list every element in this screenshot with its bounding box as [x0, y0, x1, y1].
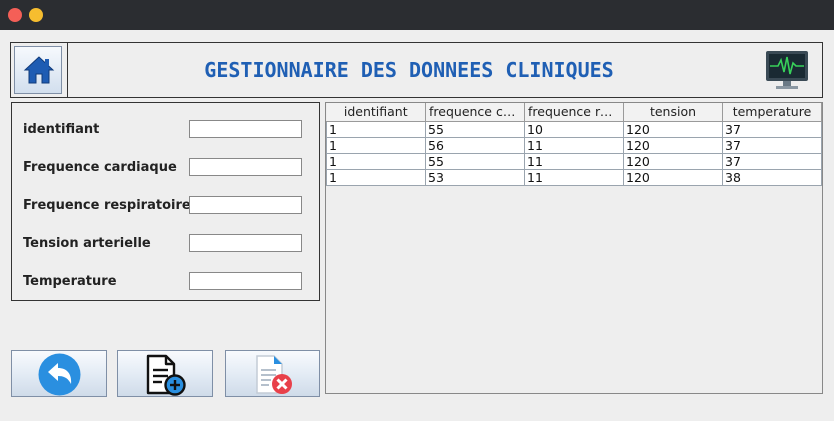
table-cell[interactable]: 37: [722, 152, 822, 170]
delete-document-icon: [256, 355, 292, 394]
clinical-data-table: identifiant frequence cardiaque frequenc…: [326, 103, 822, 186]
table-cell[interactable]: 37: [722, 136, 822, 154]
table-cell[interactable]: 10: [524, 120, 624, 138]
table-cell[interactable]: 55: [425, 152, 525, 170]
add-record-button[interactable]: [117, 350, 213, 397]
temperature-label: Temperature: [23, 274, 117, 289]
frequence-respiratoire-input[interactable]: [189, 196, 302, 214]
patient-form: identifiant Frequence cardiaque Frequenc…: [11, 102, 320, 301]
table-row[interactable]: 1 55 10 120 37: [326, 120, 822, 138]
table-cell[interactable]: 56: [425, 136, 525, 154]
column-header-frequence-respiratoire[interactable]: frequence respiratoire: [524, 103, 624, 122]
column-header-frequence-cardiaque[interactable]: frequence cardiaque: [425, 103, 525, 122]
table-cell[interactable]: 37: [722, 120, 822, 138]
add-document-icon: [146, 354, 186, 396]
tension-arterielle-input[interactable]: [189, 234, 302, 252]
heart-monitor-icon: [766, 51, 808, 89]
frequence-respiratoire-label: Frequence respiratoire: [23, 198, 191, 213]
table-row[interactable]: 1 56 11 120 37: [326, 136, 822, 154]
table-cell[interactable]: 38: [722, 168, 822, 186]
frequence-cardiaque-label: Frequence cardiaque: [23, 160, 177, 175]
identifiant-input[interactable]: [189, 120, 302, 138]
home-icon: [23, 56, 55, 84]
identifiant-label: identifiant: [23, 122, 100, 137]
frequence-cardiaque-input[interactable]: [189, 158, 302, 176]
header-panel: GESTIONNAIRE DES DONNEES CLINIQUES: [10, 42, 823, 98]
back-button[interactable]: [11, 350, 107, 397]
window-close-button[interactable]: [8, 8, 22, 22]
delete-record-button[interactable]: [225, 350, 320, 397]
tension-arterielle-label: Tension arterielle: [23, 236, 151, 251]
clinical-data-table-panel: identifiant frequence cardiaque frequenc…: [325, 102, 823, 394]
table-cell[interactable]: 120: [623, 120, 723, 138]
table-row[interactable]: 1 55 11 120 37: [326, 152, 822, 170]
table-cell[interactable]: 11: [524, 136, 624, 154]
table-cell[interactable]: 1: [326, 152, 426, 170]
column-header-tension[interactable]: tension: [623, 103, 723, 122]
home-button[interactable]: [14, 46, 62, 94]
table-row[interactable]: 1 53 11 120 38: [326, 168, 822, 186]
page-title: GESTIONNAIRE DES DONNEES CLINIQUES: [204, 58, 614, 82]
table-cell[interactable]: 1: [326, 168, 426, 186]
table-cell[interactable]: 1: [326, 136, 426, 154]
window-minimize-button[interactable]: [29, 8, 43, 22]
temperature-input[interactable]: [189, 272, 302, 290]
window-titlebar: [0, 0, 834, 30]
table-header-row: identifiant frequence cardiaque frequenc…: [326, 103, 822, 122]
table-cell[interactable]: 120: [623, 168, 723, 186]
column-header-temperature[interactable]: temperature: [722, 103, 822, 122]
table-cell[interactable]: 55: [425, 120, 525, 138]
table-cell[interactable]: 11: [524, 168, 624, 186]
column-header-identifiant[interactable]: identifiant: [326, 103, 426, 122]
undo-arrow-icon: [38, 353, 81, 396]
table-cell[interactable]: 53: [425, 168, 525, 186]
table-cell[interactable]: 11: [524, 152, 624, 170]
table-cell[interactable]: 1: [326, 120, 426, 138]
table-cell[interactable]: 120: [623, 152, 723, 170]
table-cell[interactable]: 120: [623, 136, 723, 154]
